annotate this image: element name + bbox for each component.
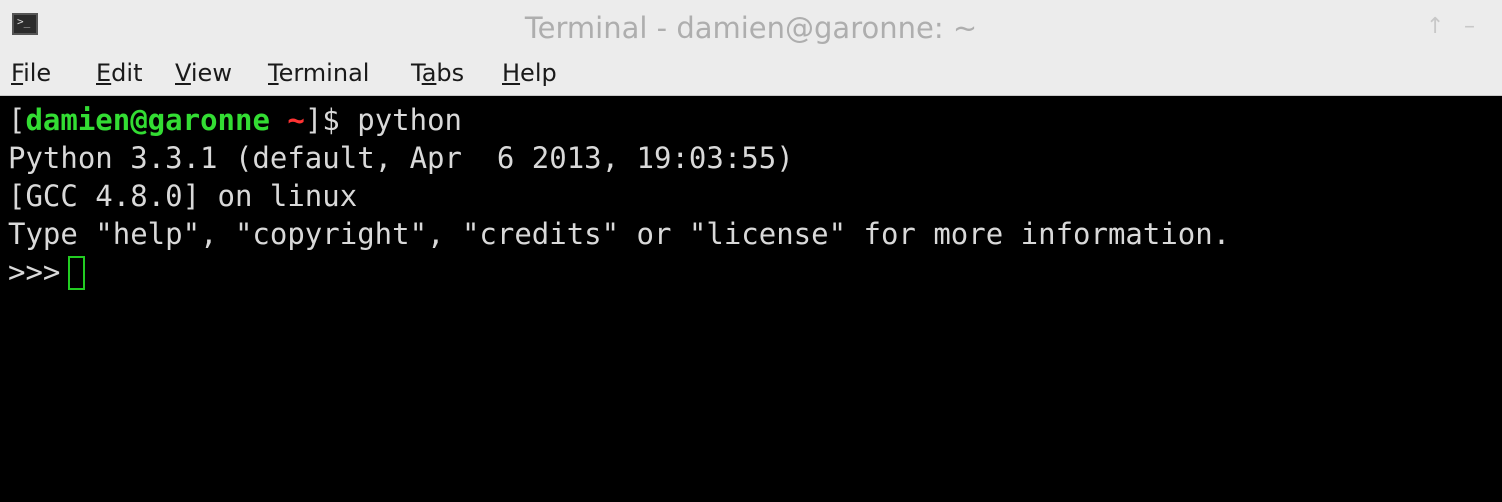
menu-view[interactable]: View (175, 54, 232, 94)
prompt-close: ]$ (304, 103, 358, 137)
menu-tabs-mnemonic: a (421, 59, 437, 87)
repl-prompt: >>> (8, 255, 61, 289)
menu-help[interactable]: Help (502, 54, 557, 94)
menu-terminal-label: erminal (278, 59, 370, 87)
output-line: Python 3.3.1 (default, Apr 6 2013, 19:03… (8, 141, 794, 175)
menu-file[interactable]: File (11, 54, 51, 94)
terminal-output[interactable]: [damien@garonne ~]$ python Python 3.3.1 … (0, 96, 1502, 502)
window-title: Terminal - damien@garonne: ~ (524, 11, 978, 45)
menu-terminal-mnemonic: T (268, 59, 279, 87)
menu-bar: File Edit View Terminal Tabs Help (0, 54, 1502, 96)
prompt-user-host: damien@garonne (25, 103, 270, 137)
maximize-icon[interactable]: ↑ (1426, 14, 1444, 40)
typed-command: python (357, 103, 462, 137)
shell-prompt-line: [damien@garonne ~]$ python (8, 101, 462, 139)
menu-file-label: ile (23, 59, 52, 87)
terminal-window: >_ Terminal - damien@garonne: ~ ↑ – File… (0, 0, 1502, 502)
minimize-icon[interactable]: – (1464, 14, 1475, 40)
menu-edit-mnemonic: E (96, 59, 112, 87)
menu-help-mnemonic: H (502, 59, 521, 87)
output-line: [GCC 4.8.0] on linux (8, 179, 358, 213)
output-line: Type "help", "copyright", "credits" or "… (8, 217, 1231, 251)
menu-view-mnemonic: V (175, 59, 191, 87)
menu-tabs[interactable]: Tabs (411, 54, 464, 94)
menu-edit-label: dit (111, 59, 143, 87)
text-cursor (68, 256, 86, 290)
menu-tabs-label: bs (436, 59, 465, 87)
prompt-open-bracket: [ (8, 103, 26, 137)
menu-edit[interactable]: Edit (96, 54, 142, 94)
menu-file-mnemonic: F (11, 59, 24, 87)
menu-help-label: elp (520, 59, 557, 87)
title-bar[interactable]: >_ Terminal - damien@garonne: ~ ↑ – (0, 0, 1502, 54)
menu-tabs-prefix: T (411, 59, 422, 87)
menu-view-label: iew (190, 59, 232, 87)
repl-prompt-line: >>> (8, 253, 86, 291)
prompt-cwd: ~ (287, 103, 305, 137)
menu-terminal[interactable]: Terminal (268, 54, 369, 94)
